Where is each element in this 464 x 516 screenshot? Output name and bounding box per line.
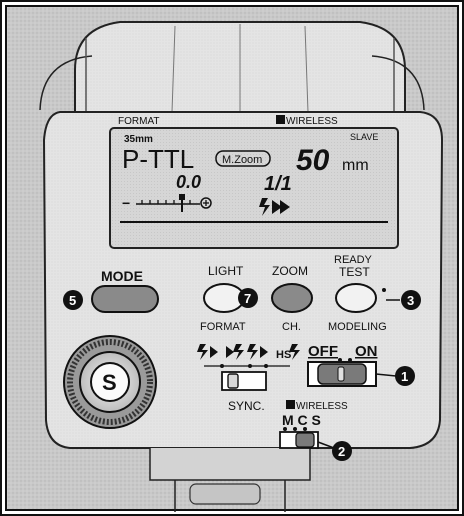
mode-label: MODE xyxy=(101,268,143,284)
lcd-wireless-label: WIRELESS xyxy=(286,116,338,127)
wireless-mode-icon xyxy=(286,400,295,409)
zoom-label: ZOOM xyxy=(272,264,308,278)
lcd-slave-label: SLAVE xyxy=(350,132,378,142)
mcs-dot xyxy=(283,427,287,431)
light-label: LIGHT xyxy=(208,264,244,278)
power-switch-grip xyxy=(337,366,345,382)
zoom-button[interactable] xyxy=(271,283,313,313)
lcd-format-label: FORMAT xyxy=(118,116,159,127)
light-format-label: FORMAT xyxy=(200,321,246,333)
flash-unit-diagram: FORMAT WIRELESS 35mm P-TTL M.Zoom SLAVE … xyxy=(0,0,464,516)
sync-label: SYNC. xyxy=(228,399,265,413)
off-label: OFF xyxy=(308,343,338,360)
wireless-switch-knob[interactable] xyxy=(295,432,315,448)
on-label: ON xyxy=(355,343,378,360)
command-dial[interactable]: S xyxy=(63,335,157,429)
wireless-icon xyxy=(276,115,285,124)
svg-text:−: − xyxy=(122,195,130,211)
flash-head xyxy=(39,21,425,113)
test-button[interactable] xyxy=(335,283,377,313)
lcd-exposure-comp: 0.0 xyxy=(176,172,201,192)
test-label: TEST xyxy=(339,265,370,279)
lcd-mode: P-TTL xyxy=(122,144,194,174)
zoom-ch-label: CH. xyxy=(282,321,301,333)
hs-label: HS xyxy=(276,349,291,361)
modeling-label: MODELING xyxy=(328,321,387,333)
dial-letter: S xyxy=(102,370,117,395)
mcs-label: M C S xyxy=(282,412,321,428)
mcs-dot xyxy=(293,427,297,431)
wireless-mode-label: WIRELESS xyxy=(296,401,348,412)
sync-switch-knob[interactable] xyxy=(227,373,239,389)
callout-3-label: 3 xyxy=(407,293,414,308)
lcd-zoom-indicator: M.Zoom xyxy=(222,154,262,166)
lcd-zoom-value: 50 xyxy=(296,144,330,177)
mcs-dot xyxy=(303,427,307,431)
callout-5-label: 5 xyxy=(69,293,76,308)
callout-1-label: 1 xyxy=(401,369,408,384)
callout-2-label: 2 xyxy=(338,444,345,459)
lcd-ratio: 1/1 xyxy=(264,173,292,195)
lcd-zoom-unit: mm xyxy=(342,157,369,174)
lcd-panel: 35mm P-TTL M.Zoom SLAVE 50 mm 0.0 1/1 − xyxy=(109,127,399,249)
callout-7-label: 7 xyxy=(244,291,251,306)
ready-lamp xyxy=(382,288,386,292)
mode-button[interactable] xyxy=(91,285,159,313)
